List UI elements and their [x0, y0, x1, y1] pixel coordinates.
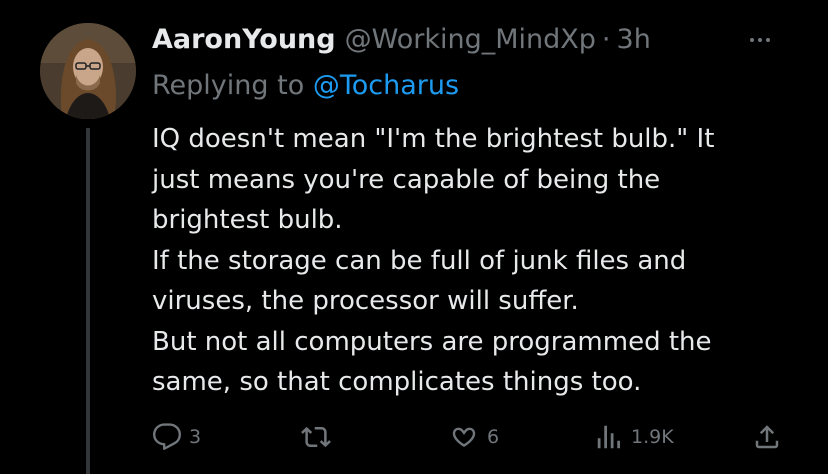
avatar-photo — [40, 23, 136, 119]
tweet-text-line: But not all computers are programmed the — [152, 326, 712, 357]
tweet-text-line: just means you're capable of being the — [152, 164, 661, 195]
replying-to: Replying to @Tocharus — [152, 66, 459, 106]
views-count: 1.9K — [631, 426, 674, 448]
reply-count: 3 — [189, 426, 202, 448]
share-icon — [755, 425, 779, 449]
views-button[interactable]: 1.9K — [594, 420, 674, 454]
tweet-header: AaronYoung @Working_MindXp · 3h — [152, 20, 651, 60]
header-separator: · — [601, 24, 611, 55]
retweet-button[interactable] — [300, 420, 332, 454]
thread-line — [86, 128, 90, 474]
share-button[interactable] — [752, 420, 782, 454]
like-count: 6 — [487, 426, 500, 448]
avatar[interactable] — [40, 23, 136, 119]
tweet-text-line: same, so that complicates things too. — [152, 367, 642, 397]
reply-button[interactable]: 3 — [152, 420, 201, 454]
tweet-text-line: viruses, the processor will suffer. — [152, 286, 579, 316]
views-icon — [597, 425, 620, 449]
retweet-icon — [301, 426, 331, 448]
tweet-text: IQ doesn't mean "I'm the brightest bulb.… — [152, 119, 792, 403]
tweet-timestamp[interactable]: 3h — [617, 20, 651, 60]
heart-icon — [452, 427, 476, 447]
like-button[interactable]: 6 — [448, 420, 499, 454]
tweet-text-line: If the storage can be full of junk files… — [152, 245, 687, 276]
tweet-text-line: IQ doesn't mean "I'm the brightest bulb.… — [152, 124, 715, 154]
replying-to-mention[interactable]: @Tocharus — [313, 70, 459, 101]
reply-icon — [153, 423, 181, 450]
more-options-icon[interactable] — [750, 38, 770, 42]
replying-to-label: Replying to — [152, 70, 313, 101]
author-display-name[interactable]: AaronYoung — [152, 20, 336, 60]
tweet-text-line: brightest bulb. — [152, 205, 343, 235]
author-handle[interactable]: @Working_MindXp — [345, 20, 596, 60]
